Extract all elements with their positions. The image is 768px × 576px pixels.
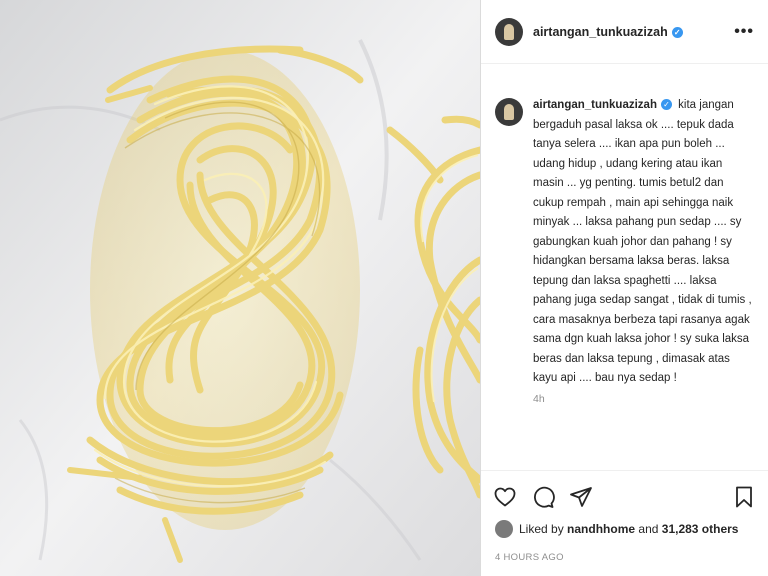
header-username-text[interactable]: airtangan_tunkuazizah (533, 25, 668, 39)
action-bar (481, 470, 768, 523)
likes-middle: and (638, 522, 659, 536)
likes-prefix: Liked by (519, 522, 564, 536)
spaghetti-nest-image (0, 0, 480, 576)
caption-text: kita jangan bergaduh pasal laksa ok ....… (533, 99, 752, 384)
posted-ago[interactable]: 4 HOURS AGO (495, 552, 564, 563)
post-photo[interactable] (0, 0, 480, 576)
verified-badge-icon: ✓ (671, 26, 683, 38)
caption-avatar[interactable] (495, 98, 523, 126)
faded-comment-row (533, 457, 703, 467)
caption-timestamp[interactable]: 4h (533, 393, 768, 405)
heart-icon[interactable] (493, 485, 517, 509)
liker-avatar (495, 520, 513, 538)
caption-username[interactable]: airtangan_tunkuazizah (533, 99, 657, 111)
more-options-icon[interactable]: ••• (734, 23, 754, 41)
caption-verified-badge-icon: ✓ (660, 99, 672, 110)
comment-icon[interactable] (531, 485, 555, 509)
header-username[interactable]: airtangan_tunkuazizah ✓ (533, 25, 683, 39)
instagram-post: airtangan_tunkuazizah ✓ ••• airtangan_tun… (0, 0, 768, 576)
liker-username[interactable]: nandhhome (567, 522, 635, 536)
avatar[interactable] (495, 17, 523, 46)
caption-body: airtangan_tunkuazizah ✓ kita jangan berga… (533, 96, 754, 389)
caption-comment: airtangan_tunkuazizah ✓ kita jangan berga… (481, 64, 768, 389)
post-header: airtangan_tunkuazizah ✓ ••• (481, 0, 768, 64)
likes-summary[interactable]: Liked by nandhhome and 31,283 others (495, 520, 738, 538)
bookmark-icon[interactable] (732, 485, 756, 509)
post-side-panel: airtangan_tunkuazizah ✓ ••• airtangan_tun… (480, 0, 768, 576)
share-icon[interactable] (569, 485, 593, 509)
likes-count[interactable]: 31,283 others (662, 522, 739, 536)
